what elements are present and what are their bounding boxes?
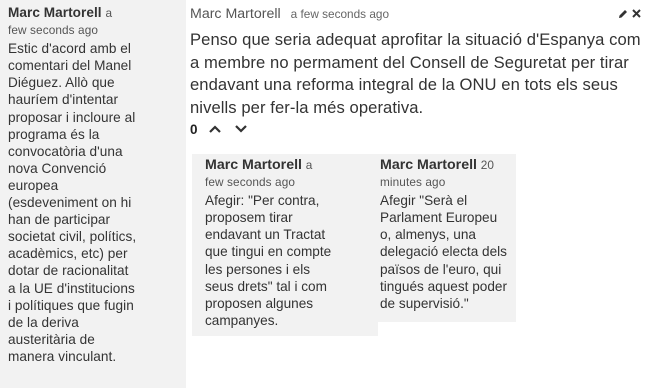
comment-line: austeritària de (8, 331, 95, 347)
reply-line: Parlament Europeu (380, 210, 498, 226)
reply-line: o, almenys, una (380, 227, 476, 243)
vote-controls: 0 (190, 122, 649, 137)
comment-line: hauríem d'intentar (8, 92, 119, 108)
reply-time: few seconds ago (205, 175, 296, 190)
reply-card: Marc Martorell a few seconds ago Afegir:… (192, 154, 378, 336)
comment-line: han de participar (8, 212, 111, 228)
post-line: a membre no permament del Consell de Seg… (190, 52, 629, 72)
reply-author[interactable]: Marc Martorell (380, 157, 477, 173)
comment-line: programa és la (8, 126, 100, 142)
reply-line: tingués aquest poder (380, 278, 507, 294)
comment-line: Diéguez. Allò que (8, 75, 115, 91)
reply-line: Afegir "Serà el (380, 193, 468, 209)
comment-line: convocatòria d'una (8, 143, 123, 159)
reply-time-lead: 20 (480, 158, 495, 172)
post-actions (618, 9, 641, 22)
comment-body: Estic d'acord amb el comentari del Manel… (8, 40, 182, 365)
vote-count: 0 (190, 122, 198, 138)
post-body: Penso que seria adequat aprofitar la sit… (190, 29, 649, 119)
comment-line: acadèmics, etc) per (8, 246, 128, 262)
reply-line: de supervisió." (380, 295, 469, 311)
reply-card: Marc Martorell 20 minutes ago Afegir "Se… (372, 154, 516, 322)
comment-line: societat civil, polítics, (8, 229, 137, 245)
comment-line: nova Convenció (8, 160, 107, 176)
comment-line: a la UE d'institucions (8, 280, 135, 296)
reply-line: endavant un Tractat (205, 227, 326, 243)
reply-time: minutes ago (380, 175, 446, 190)
reply-body: Afegir "Serà el Parlament Europeu o, alm… (380, 192, 510, 312)
comment-line: comentari del Manel (8, 58, 132, 74)
reply-header: Marc Martorell 20 (380, 156, 510, 174)
left-comment-card: Marc Martorell a few seconds ago Estic d… (0, 0, 186, 388)
comment-line: europea (8, 177, 59, 193)
comment-line: (esdeveniment on hi (8, 195, 132, 211)
post-header: Marc Martorell a few seconds ago (190, 6, 649, 22)
post-author[interactable]: Marc Martorell (190, 6, 281, 22)
close-icon[interactable] (632, 9, 641, 22)
chevron-up-icon[interactable] (208, 124, 224, 136)
reply-header: Marc Martorell a (205, 156, 372, 174)
reply-line: països de l'euro, qui (380, 261, 502, 277)
reply-time-lead: a (305, 158, 313, 172)
comment-line: Estic d'acord amb el (8, 41, 131, 57)
reply-line: delegació electa dels (380, 244, 507, 260)
chevron-down-icon[interactable] (234, 124, 250, 136)
post-line: nivells per fer-la més operativa. (190, 97, 424, 117)
reply-line: que tingui en compte (205, 244, 332, 260)
reply-line: Afegir: "Per contra, (205, 193, 320, 209)
reply-line: proposen algunes (205, 295, 314, 311)
comment-author[interactable]: Marc Martorell (8, 5, 102, 20)
reply-line: les persones i els (205, 261, 311, 277)
reply-author[interactable]: Marc Martorell (205, 157, 302, 173)
reply-body: Afegir: "Per contra, proposem tirar enda… (205, 192, 372, 329)
comment-line: de la deriva (8, 314, 79, 330)
reply-line: proposem tirar (205, 210, 293, 226)
pencil-icon[interactable] (618, 9, 628, 22)
comment-line: i polítiques que fugin (8, 297, 134, 313)
comment-line: manera vinculant. (8, 348, 117, 364)
reply-line: campanyes. (205, 312, 279, 328)
post-line: Penso que seria adequat aprofitar la sit… (190, 30, 641, 49)
comment-time-lead: a (105, 6, 113, 20)
post-line: endavant una reforma integral de la ONU … (190, 75, 618, 95)
comment-time: few seconds ago (8, 23, 99, 38)
post-time: a few seconds ago (290, 7, 390, 21)
comment-line: dotar de racionalitat (8, 263, 129, 279)
comment-header: Marc Martorell a (8, 4, 182, 22)
comment-line: proposar i incloure al (8, 109, 136, 125)
reply-line: seus drets" tal i com (205, 278, 327, 294)
